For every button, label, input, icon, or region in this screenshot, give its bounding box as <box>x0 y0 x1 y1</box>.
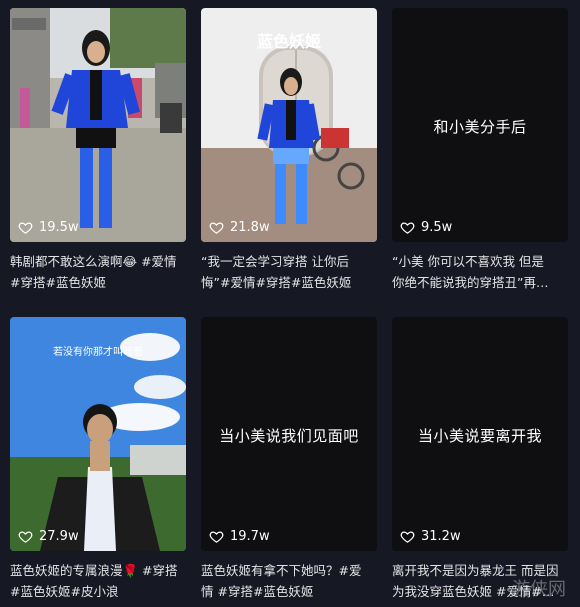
caption-line: 你绝不能说我的穿搭丑”再… <box>392 275 549 290</box>
caption-line: #蓝色妖姬#皮小浪 <box>10 584 119 599</box>
video-caption[interactable]: 韩剧都不敢这么演啊😂 #爱情 #穿搭#蓝色妖姬 <box>10 251 188 293</box>
like-count: 19.5w <box>18 220 79 235</box>
like-count-value: 27.9w <box>39 529 79 544</box>
caption-line: 悔”#爱情#穿搭#蓝色妖姬 <box>201 275 352 290</box>
like-count-value: 19.7w <box>230 529 270 544</box>
like-count: 9.5w <box>400 220 452 235</box>
like-count-value: 21.8w <box>230 220 270 235</box>
caption-line: “小美 你可以不喜欢我 但是 <box>392 254 544 269</box>
video-caption[interactable]: “我一定会学习穿搭 让你后 悔”#爱情#穿搭#蓝色妖姬 <box>201 251 379 293</box>
street-scene-image <box>10 8 186 242</box>
like-count-value: 19.5w <box>39 220 79 235</box>
video-thumbnail[interactable]: 若没有你那才叫可悲 27.9w <box>10 317 186 551</box>
video-caption[interactable]: “小美 你可以不喜欢我 但是 你绝不能说我的穿搭丑”再… <box>392 251 570 293</box>
video-grid: 19.5w 韩剧都不敢这么演啊😂 #爱情 #穿搭#蓝色妖姬 蓝色妖姬 21.8w… <box>0 0 580 607</box>
video-thumbnail[interactable]: 当小美说要离开我 31.2w <box>392 317 568 551</box>
caption-line: 蓝色妖姬的专属浪漫🌹 #穿搭 <box>10 563 178 578</box>
video-caption[interactable]: 蓝色妖姬的专属浪漫🌹 #穿搭 #蓝色妖姬#皮小浪 <box>10 560 188 602</box>
like-count: 21.8w <box>209 220 270 235</box>
video-overlay-text: 当小美说我们见面吧 <box>219 427 359 445</box>
like-count: 31.2w <box>400 529 461 544</box>
video-overlay-text: 和小美分手后 <box>433 118 527 136</box>
video-thumbnail[interactable]: 19.5w <box>10 8 186 242</box>
video-overlay-title: 蓝色妖姬 <box>256 32 321 51</box>
like-count: 27.9w <box>18 529 79 544</box>
heart-icon <box>400 222 415 234</box>
caption-line: 情 #穿搭#蓝色妖姬 <box>201 584 314 599</box>
like-count: 19.7w <box>209 529 270 544</box>
heart-icon <box>18 531 33 543</box>
caption-line: #穿搭#蓝色妖姬 <box>10 275 106 290</box>
caption-line: 蓝色妖姬有拿不下她吗？#爱 <box>201 563 362 578</box>
like-count-value: 31.2w <box>421 529 461 544</box>
heart-icon <box>400 531 415 543</box>
caption-line: “我一定会学习穿搭 让你后 <box>201 254 349 269</box>
heart-icon <box>209 222 224 234</box>
heart-icon <box>18 222 33 234</box>
video-thumbnail[interactable]: 蓝色妖姬 21.8w <box>201 8 377 242</box>
video-thumbnail[interactable]: 和小美分手后 9.5w <box>392 8 568 242</box>
video-caption[interactable]: 蓝色妖姬有拿不下她吗？#爱 情 #穿搭#蓝色妖姬 <box>201 560 379 602</box>
like-count-value: 9.5w <box>421 220 453 235</box>
heart-icon <box>209 531 224 543</box>
video-banner-text: 若没有你那才叫可悲 <box>53 347 143 358</box>
caption-line: 韩剧都不敢这么演啊😂 #爱情 <box>10 254 177 269</box>
video-overlay-text: 当小美说要离开我 <box>417 427 542 445</box>
video-thumbnail[interactable]: 当小美说我们见面吧 19.7w <box>201 317 377 551</box>
watermark: 游侠网 <box>512 579 566 600</box>
